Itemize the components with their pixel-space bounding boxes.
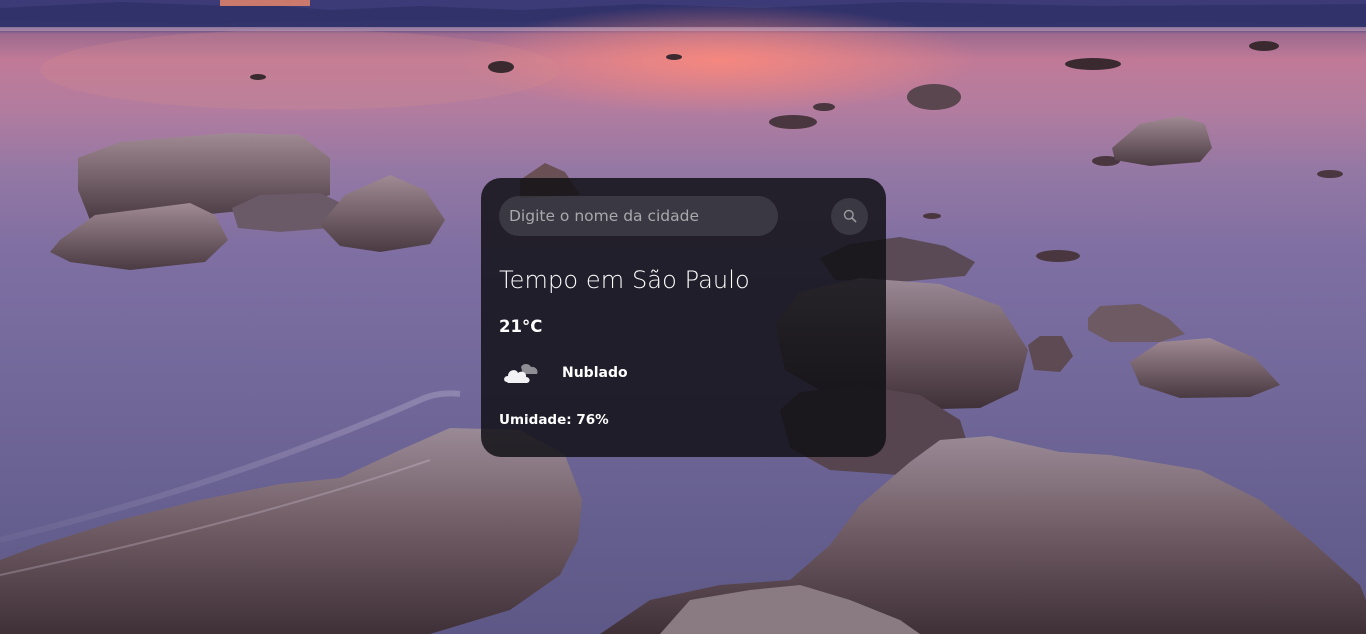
humidity-value: 76% <box>576 412 609 428</box>
city-title: Tempo em São Paulo <box>499 266 750 294</box>
weather-card: Tempo em São Paulo 21°C Nublado Umidade:… <box>481 178 886 457</box>
search-button[interactable] <box>831 197 868 235</box>
temperature-value: 21°C <box>499 317 543 336</box>
search-bar <box>499 196 868 236</box>
weather-condition: Nublado <box>499 358 868 388</box>
search-icon <box>843 209 856 223</box>
city-search-input[interactable] <box>499 196 778 236</box>
cloud-icon <box>504 364 538 383</box>
humidity: Umidade: 76% <box>499 412 868 428</box>
condition-label: Nublado <box>562 365 628 381</box>
humidity-label: Umidade: <box>499 412 572 428</box>
